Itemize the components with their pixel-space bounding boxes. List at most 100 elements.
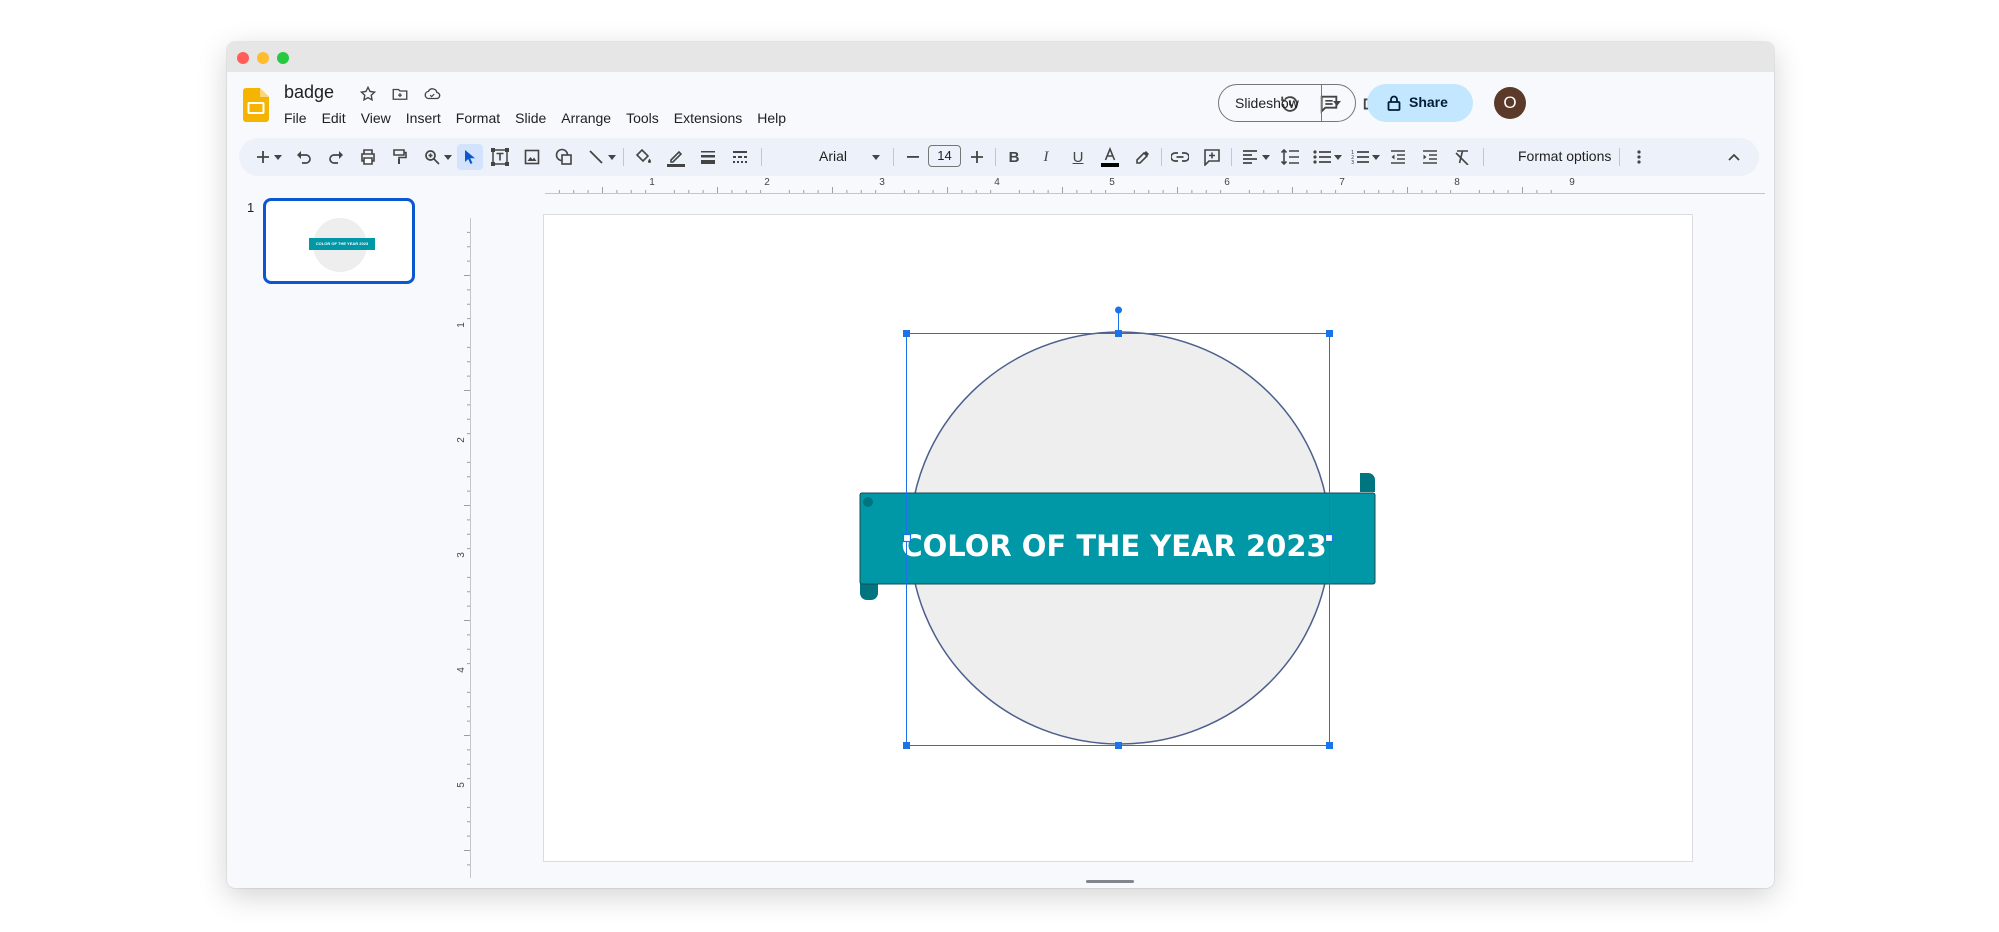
- toolbar-divider: [1161, 148, 1162, 166]
- clear-formatting-icon[interactable]: [1451, 146, 1473, 168]
- align-icon[interactable]: [1239, 146, 1261, 168]
- print-icon[interactable]: [357, 146, 379, 168]
- menu-format[interactable]: Format: [456, 110, 509, 126]
- slide-thumbnail[interactable]: COLOR OF THE YEAR 2023: [263, 198, 415, 284]
- share-label: Share: [1409, 94, 1448, 110]
- h-ruler-label-5: 5: [1109, 177, 1115, 188]
- minimize-window-button[interactable]: [257, 52, 269, 64]
- menu-view[interactable]: View: [361, 110, 400, 126]
- redo-icon[interactable]: [325, 146, 347, 168]
- highlight-icon[interactable]: [1131, 146, 1153, 168]
- collapse-icon[interactable]: [1725, 146, 1743, 168]
- h-ruler-label-8: 8: [1454, 177, 1460, 188]
- image-icon[interactable]: [521, 146, 543, 168]
- line-icon[interactable]: [585, 146, 607, 168]
- share-lock-icon: [1636, 90, 1664, 118]
- shape-icon[interactable]: [553, 146, 575, 168]
- slideshow-dropdown-icon[interactable]: [1333, 101, 1341, 106]
- border-color-icon[interactable]: [665, 146, 687, 168]
- line-dropdown-icon[interactable]: [607, 146, 617, 168]
- banner-text[interactable]: COLOR OF THE YEAR 2023: [901, 529, 1326, 563]
- vertical-ruler: 1 2 3 4 5: [456, 218, 471, 878]
- resize-handle-s[interactable]: [1115, 742, 1122, 749]
- toolbar-divider: [1231, 148, 1232, 166]
- zoom-icon[interactable]: [421, 146, 443, 168]
- slideshow-label: Slideshow: [1235, 95, 1299, 111]
- fill-color-icon[interactable]: [633, 146, 655, 168]
- h-ruler-label-3: 3: [879, 177, 885, 188]
- numbered-list-icon[interactable]: 123: [1349, 146, 1371, 168]
- increase-indent-icon[interactable]: [1419, 146, 1441, 168]
- more-icon[interactable]: [1630, 146, 1648, 168]
- horizontal-ruler: 1 2 3 4 5 6 7 8 9: [545, 177, 1765, 194]
- numbered-dropdown-icon[interactable]: [1371, 146, 1381, 168]
- decrease-font-size-icon[interactable]: [903, 146, 923, 168]
- title-bar: [227, 42, 1774, 72]
- font-name-select[interactable]: Arial: [819, 148, 847, 164]
- move-folder-icon[interactable]: [390, 84, 410, 104]
- select-icon[interactable]: [457, 144, 483, 170]
- text-handle-left[interactable]: [902, 533, 912, 543]
- text-color-icon[interactable]: [1099, 146, 1121, 168]
- rotate-handle[interactable]: [1115, 306, 1122, 314]
- bullet-dropdown-icon[interactable]: [1333, 146, 1343, 168]
- slideshow-divider: [1321, 85, 1322, 121]
- menu-arrange[interactable]: Arrange: [561, 110, 620, 126]
- menu-help[interactable]: Help: [757, 110, 795, 126]
- document-title[interactable]: badge: [284, 82, 334, 103]
- toolbar-divider: [893, 148, 894, 166]
- resize-handle-sw[interactable]: [903, 742, 910, 749]
- slide-canvas[interactable]: COLOR OF THE YEAR 2023: [544, 215, 1692, 861]
- slideshow-button[interactable]: Slideshow: [1218, 84, 1356, 122]
- paint-format-icon[interactable]: [389, 146, 411, 168]
- v-ruler-label-4: 4: [456, 667, 467, 673]
- h-ruler-label-6: 6: [1224, 177, 1230, 188]
- menu-slide[interactable]: Slide: [515, 110, 555, 126]
- menu-tools[interactable]: Tools: [626, 110, 668, 126]
- resize-handle-se[interactable]: [1326, 742, 1333, 749]
- new-slide-dropdown-icon[interactable]: [273, 146, 283, 168]
- close-window-button[interactable]: [237, 52, 249, 64]
- resize-handle-ne[interactable]: [1326, 330, 1333, 337]
- h-ruler-label-1: 1: [649, 177, 655, 188]
- text-box-icon[interactable]: [489, 146, 511, 168]
- bullet-list-icon[interactable]: [1311, 146, 1333, 168]
- slide-filmstrip: 1 COLOR OF THE YEAR 2023: [227, 192, 442, 888]
- border-weight-icon[interactable]: [697, 146, 719, 168]
- underline-icon[interactable]: U: [1067, 146, 1089, 168]
- v-ruler-label-1: 1: [456, 322, 467, 328]
- zoom-dropdown-icon[interactable]: [443, 146, 453, 168]
- comment-icon[interactable]: [1201, 146, 1223, 168]
- menu-edit[interactable]: Edit: [322, 110, 355, 126]
- menu-extensions[interactable]: Extensions: [674, 110, 751, 126]
- menu-file[interactable]: File: [284, 110, 316, 126]
- account-avatar[interactable]: O: [1494, 87, 1526, 119]
- link-icon[interactable]: [1169, 146, 1191, 168]
- toolbar-divider: [1483, 148, 1484, 166]
- border-dash-icon[interactable]: [729, 146, 751, 168]
- italic-icon[interactable]: I: [1035, 146, 1057, 168]
- undo-icon[interactable]: [293, 146, 315, 168]
- format-options-button[interactable]: Format options: [1518, 148, 1611, 164]
- plus-icon[interactable]: [253, 146, 273, 168]
- font-dropdown-icon[interactable]: [871, 146, 881, 168]
- resize-handle-n[interactable]: [1115, 330, 1122, 337]
- font-size-input[interactable]: 14: [928, 145, 961, 167]
- star-icon[interactable]: [358, 84, 378, 104]
- resize-handle-nw[interactable]: [903, 330, 910, 337]
- h-ruler-label-2: 2: [764, 177, 770, 188]
- toolbar-divider: [761, 148, 762, 166]
- decrease-indent-icon[interactable]: [1387, 146, 1409, 168]
- share-button[interactable]: Share: [1367, 84, 1473, 122]
- toolbar-divider: [995, 148, 996, 166]
- align-dropdown-icon[interactable]: [1261, 146, 1271, 168]
- cloud-saved-icon[interactable]: [422, 84, 442, 104]
- maximize-window-button[interactable]: [277, 52, 289, 64]
- increase-font-size-icon[interactable]: [967, 146, 987, 168]
- speaker-notes-resize-handle[interactable]: [1086, 880, 1134, 883]
- menu-insert[interactable]: Insert: [406, 110, 450, 126]
- line-spacing-icon[interactable]: [1279, 146, 1301, 168]
- slides-logo-icon[interactable]: [243, 88, 269, 122]
- bold-icon[interactable]: B: [1003, 146, 1025, 168]
- text-handle-right[interactable]: [1324, 533, 1334, 543]
